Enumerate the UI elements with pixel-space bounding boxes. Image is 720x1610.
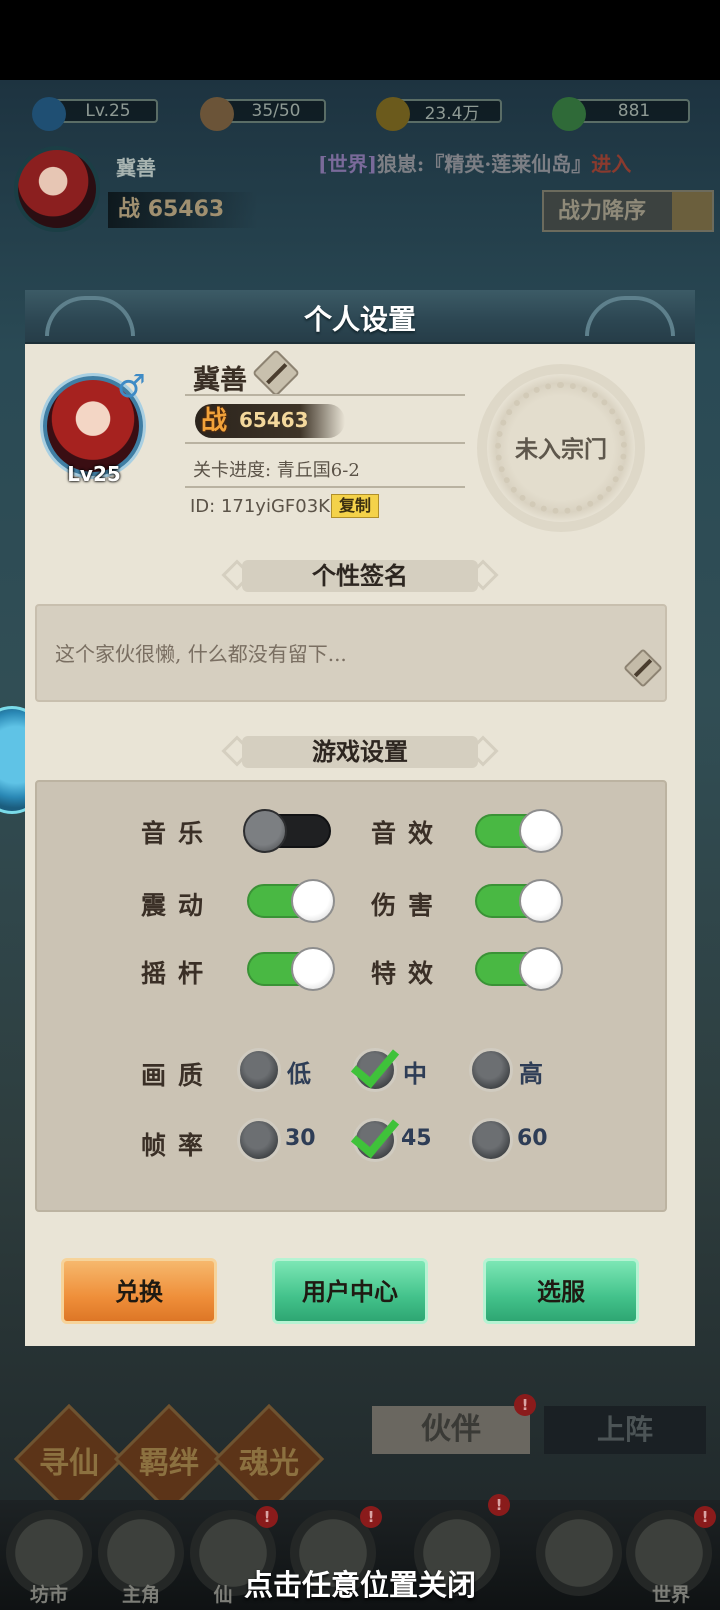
gem-text: 881 (617, 101, 651, 121)
feature-label: 魂光 (239, 1446, 299, 1481)
music-toggle[interactable] (243, 809, 331, 853)
quality-medium-label: 中 (403, 1059, 427, 1088)
male-gender-icon: ♂ (117, 367, 146, 405)
tab-partner: 伙伴 (372, 1406, 530, 1454)
game-settings-section-header: 游戏设置 (220, 734, 500, 770)
damage-toggle[interactable] (475, 879, 563, 923)
power-value: 65463 (239, 408, 309, 432)
sfx-label: 音效 (371, 819, 446, 848)
notification-badge: ! (256, 1506, 278, 1528)
profile-level: Lv25 (67, 462, 121, 486)
user-center-button[interactable]: 用户中心 (272, 1258, 428, 1324)
framerate-60-label: 60 (517, 1126, 548, 1151)
level-text: Lv.25 (85, 101, 131, 121)
sfx-toggle[interactable] (475, 809, 563, 853)
coin-resource: 23.4万 (376, 96, 502, 131)
framerate-30-label: 30 (285, 1126, 316, 1151)
bun-icon (200, 97, 234, 131)
quality-high-radio[interactable] (469, 1048, 513, 1092)
redeem-button[interactable]: 兑换 (61, 1258, 217, 1324)
framerate-30-radio[interactable] (237, 1118, 281, 1162)
music-label: 音乐 (141, 819, 216, 848)
notification-badge: ! (514, 1394, 536, 1416)
close-overlay-hint[interactable]: 点击任意位置关闭 (0, 1562, 720, 1604)
personal-settings-dialog: 个人设置 ♂ Lv25 冀善 战 65463 关卡进度: 青丘国6-2 ID: … (25, 290, 695, 1346)
sect-status: 未入宗门 (515, 436, 607, 463)
tab-deploy: 上阵 (544, 1406, 706, 1454)
level-resource: Lv.25 (32, 96, 158, 131)
stamina-resource: 35/50 (200, 96, 326, 131)
dialog-header: 个人设置 (25, 290, 695, 344)
swirl-icon (32, 97, 66, 131)
effects-label: 特效 (371, 959, 446, 988)
stage-progress: 关卡进度: 青丘国6-2 (193, 460, 360, 481)
jade-icon (552, 97, 586, 131)
signature-title: 个性签名 (312, 561, 408, 590)
quality-label: 画质 (141, 1061, 216, 1090)
vibration-label: 震动 (141, 891, 216, 920)
vibration-toggle[interactable] (247, 879, 335, 923)
framerate-45-radio[interactable] (350, 1107, 400, 1162)
edit-name-brush-icon[interactable] (251, 348, 301, 398)
notification-badge: ! (360, 1506, 382, 1528)
feature-label: 寻仙 (39, 1446, 99, 1481)
joystick-label: 摇杆 (141, 959, 216, 988)
signature-section-header: 个性签名 (220, 558, 500, 594)
quality-low-label: 低 (287, 1059, 311, 1088)
gem-resource: 881 (552, 96, 690, 131)
notification-badge: ! (694, 1506, 716, 1528)
sort-dropdown: 战力降序 (542, 190, 714, 232)
divider (185, 486, 465, 488)
edit-signature-brush-icon[interactable] (623, 648, 663, 688)
framerate-45-label: 45 (401, 1126, 432, 1151)
quality-low-radio[interactable] (237, 1048, 281, 1092)
player-name-top: 冀善 (116, 156, 156, 180)
feature-label: 羁绊 (139, 1446, 199, 1481)
framerate-60-radio[interactable] (469, 1118, 513, 1162)
framerate-label: 帧率 (141, 1131, 216, 1160)
copy-id-button[interactable]: 复制 (331, 494, 379, 518)
divider (185, 394, 465, 396)
damage-label: 伤害 (371, 891, 446, 920)
coin-text: 23.4万 (424, 103, 480, 124)
game-settings-panel (35, 780, 667, 1212)
joystick-toggle[interactable] (247, 947, 335, 991)
quality-medium-radio[interactable] (350, 1037, 400, 1092)
game-settings-title: 游戏设置 (312, 737, 408, 766)
divider (185, 442, 465, 444)
world-chat-ticker: [世界]狼崽:『精英·莲莱仙岛』进入 (318, 152, 632, 176)
signature-text: 这个家伙很懒, 什么都没有留下... (55, 642, 347, 666)
player-power-top: 战 65463 (108, 192, 258, 228)
effects-toggle[interactable] (475, 947, 563, 991)
notification-badge: ! (488, 1494, 510, 1516)
player-id: ID: 171yiGF03K (190, 496, 330, 517)
player-name: 冀善 (193, 365, 247, 396)
power-label: 战 (201, 406, 228, 436)
select-server-button[interactable]: 选服 (483, 1258, 639, 1324)
quality-high-label: 高 (519, 1059, 543, 1088)
dialog-title: 个人设置 (303, 303, 416, 336)
chevron-down-icon (672, 192, 712, 230)
coin-icon (376, 97, 410, 131)
signature-box[interactable]: 这个家伙很懒, 什么都没有留下... (35, 604, 667, 702)
stamina-text: 35/50 (251, 101, 301, 121)
player-avatar-top (14, 146, 100, 232)
